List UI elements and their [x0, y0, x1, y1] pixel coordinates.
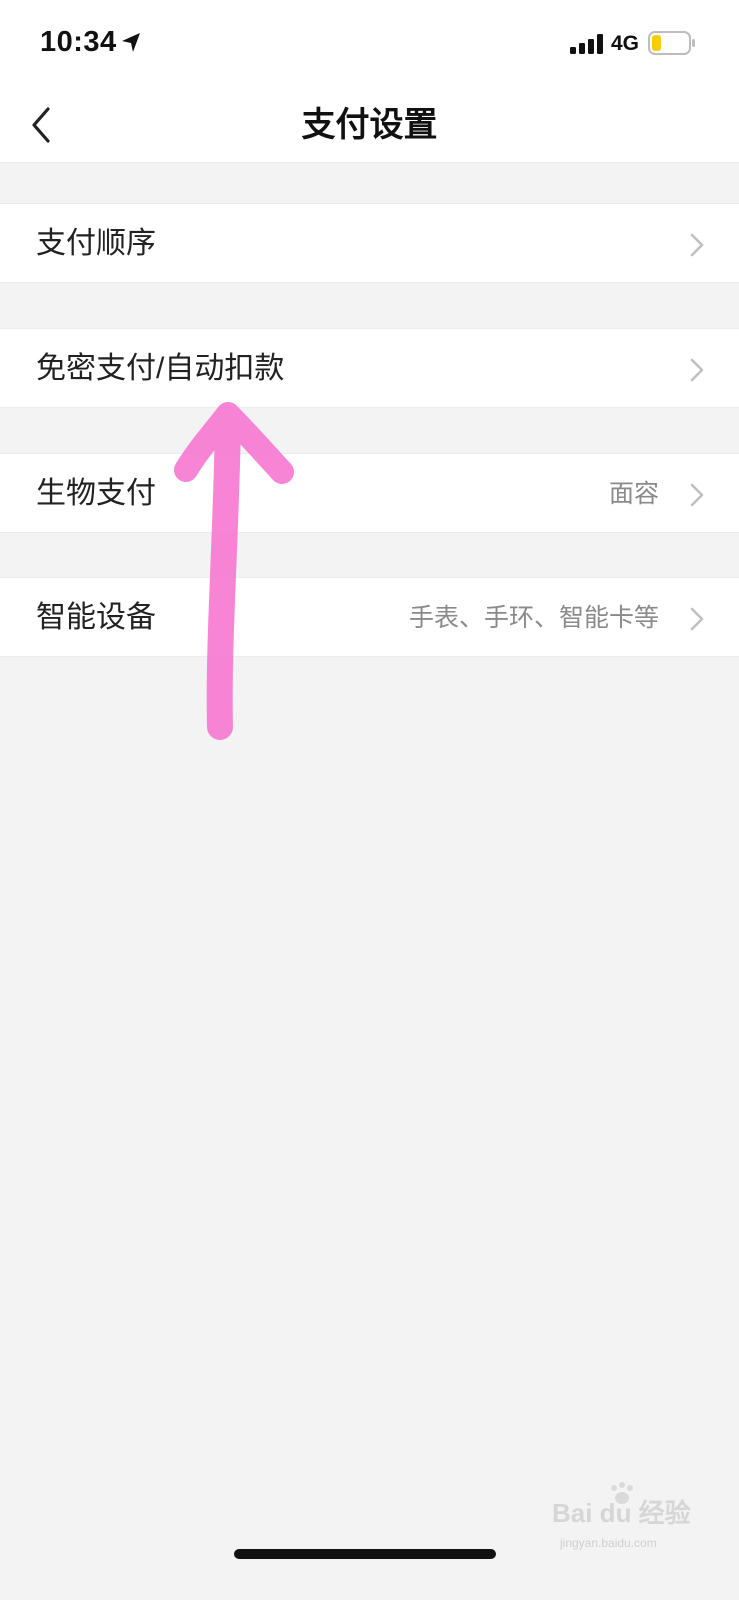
- page-title: 支付设置: [301, 106, 438, 144]
- menu-item-smart-devices[interactable]: 智能设备 手表、手环、智能卡等: [0, 577, 739, 657]
- chevron-right-icon: [690, 358, 704, 382]
- menu-item-value: 手表、手环、智能卡等: [408, 604, 659, 632]
- status-bar: 10:34 4G: [0, 0, 739, 88]
- baidu-watermark-logo: Bai du 经验: [552, 1482, 691, 1528]
- chevron-right-icon: [690, 483, 704, 507]
- chevron-right-icon: [690, 607, 704, 631]
- menu-item-label: 智能设备: [36, 601, 156, 634]
- navigation-bar: 支付设置: [0, 88, 739, 163]
- watermark-label: Bai du 经验: [552, 1498, 691, 1528]
- menu-item-label: 支付顺序: [36, 227, 156, 260]
- menu-item-label: 生物支付: [36, 477, 156, 510]
- battery-icon: [648, 31, 695, 55]
- menu-item-biometric-payment[interactable]: 生物支付 面容: [0, 453, 739, 533]
- signal-bars-icon: [570, 34, 603, 54]
- network-type: 4G: [611, 32, 640, 55]
- menu-item-value: 面容: [608, 480, 659, 508]
- chevron-right-icon: [690, 233, 704, 257]
- location-arrow-icon: [122, 33, 140, 52]
- home-indicator[interactable]: [234, 1549, 496, 1559]
- menu-item-payment-order[interactable]: 支付顺序: [0, 203, 739, 283]
- chevron-left-icon[interactable]: [26, 104, 58, 146]
- watermark-url: jingyan.baidu.com: [560, 1536, 657, 1550]
- menu-item-password-free-payment[interactable]: 免密支付/自动扣款: [0, 328, 739, 408]
- status-time: 10:34: [40, 26, 117, 58]
- annotation-up-arrow: [174, 402, 294, 740]
